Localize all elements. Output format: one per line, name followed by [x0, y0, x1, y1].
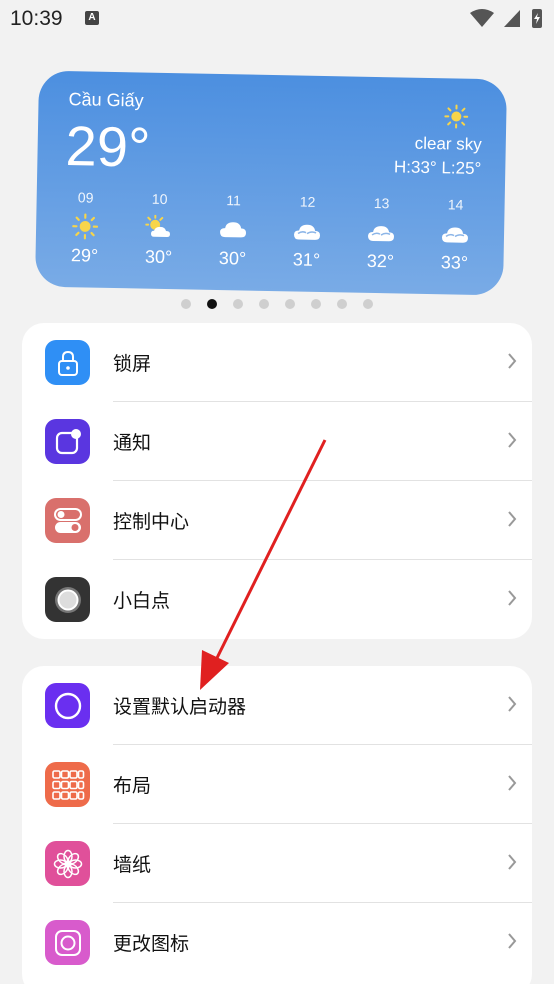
forecast-hour: 14	[447, 196, 464, 213]
page-dot[interactable]	[311, 299, 321, 309]
weather-condition: clear sky	[414, 133, 482, 155]
page-dot[interactable]	[181, 299, 191, 309]
settings-item-label: 小白点	[113, 590, 171, 612]
forecast-temp: 31°	[292, 249, 321, 270]
forecast-temp: 32°	[366, 250, 395, 272]
forecast-item: 14 33°	[419, 196, 490, 274]
grid-icon	[45, 762, 90, 807]
forecast-hour: 10	[151, 190, 168, 208]
notification-icon	[45, 419, 90, 464]
forecast-item: 12 31°	[271, 193, 342, 271]
launcher-icon	[45, 683, 90, 728]
page-dot[interactable]	[285, 299, 295, 309]
settings-item-control-center[interactable]: 控制中心	[22, 481, 532, 560]
forecast-hour: 11	[226, 192, 242, 209]
forecast-item: 09 29°	[49, 189, 120, 267]
clouds-icon	[294, 224, 321, 240]
weather-temperature: 29°	[65, 114, 151, 179]
settings-item-default-launcher[interactable]: 设置默认启动器	[22, 666, 532, 745]
settings-item-label: 控制中心	[113, 511, 190, 533]
settings-item-label: 布局	[113, 775, 152, 797]
flower-icon	[45, 841, 90, 886]
sun-icon	[444, 104, 469, 129]
forecast-item: 11 30°	[197, 192, 268, 270]
chevron-right-icon	[508, 933, 517, 949]
sun-icon	[72, 213, 99, 240]
settings-item-change-icon[interactable]: 更改图标	[22, 903, 532, 982]
chevron-right-icon	[508, 854, 517, 870]
chevron-right-icon	[508, 590, 517, 606]
clouds-icon	[441, 227, 468, 243]
signal-icon	[504, 10, 520, 27]
settings-item-notifications[interactable]: 通知	[22, 402, 532, 481]
settings-item-label: 墙纸	[113, 854, 152, 876]
page-indicator[interactable]	[0, 299, 554, 309]
chevron-right-icon	[508, 432, 517, 448]
settings-group-1: 锁屏 通知 控制中心 小白点	[22, 323, 532, 639]
chevron-right-icon	[508, 775, 517, 791]
page-dot[interactable]	[363, 299, 373, 309]
forecast-hour: 12	[299, 193, 316, 210]
forecast-hour: 09	[77, 189, 94, 206]
weather-city: Cầu Giấy	[68, 89, 144, 111]
chevron-right-icon	[508, 511, 517, 527]
settings-item-assistive-touch[interactable]: 小白点	[22, 560, 532, 639]
settings-item-label: 锁屏	[113, 353, 152, 375]
assistive-touch-icon	[45, 577, 90, 622]
lock-icon	[45, 340, 90, 385]
cloud-icon	[220, 222, 247, 238]
settings-item-layout[interactable]: 布局	[22, 745, 532, 824]
forecast-temp: 30°	[144, 246, 173, 268]
forecast-temp: 33°	[440, 252, 469, 273]
icon-shape-icon	[45, 920, 90, 965]
system-icons	[470, 9, 542, 28]
weather-widget[interactable]: Cầu Giấy 29° clear sky H:33° L:25° 09 29…	[34, 70, 508, 296]
page-dot[interactable]	[259, 299, 269, 309]
forecast-item: 10 30°	[123, 190, 194, 268]
partly-cloudy-icon	[145, 214, 171, 238]
forecast-item: 13 32°	[345, 194, 416, 272]
settings-group-2: 设置默认启动器 布局 墙纸 更改图标	[22, 666, 532, 984]
wifi-icon	[470, 9, 494, 27]
settings-item-label: 更改图标	[113, 933, 190, 955]
toggle-icon	[45, 498, 90, 543]
forecast-hour: 13	[373, 194, 390, 212]
settings-item-label: 设置默认启动器	[113, 696, 247, 718]
status-time: 10:39	[10, 7, 63, 30]
chevron-right-icon	[508, 696, 517, 712]
settings-item-label: 通知	[113, 432, 152, 454]
forecast-temp: 29°	[70, 245, 99, 266]
status-bar: 10:39 A	[0, 0, 554, 36]
clouds-icon	[368, 226, 394, 242]
chevron-right-icon	[508, 353, 517, 369]
page-dot-active[interactable]	[207, 299, 217, 309]
settings-item-wallpaper[interactable]: 墙纸	[22, 824, 532, 903]
page-dot[interactable]	[233, 299, 243, 309]
weather-high-low: H:33° L:25°	[393, 157, 482, 179]
hourly-forecast: 09 29° 10 30° 11 30° 12 31° 13 32° 14 33…	[49, 189, 490, 274]
forecast-temp: 30°	[218, 248, 247, 269]
page-dot[interactable]	[337, 299, 347, 309]
settings-item-lock-screen[interactable]: 锁屏	[22, 323, 532, 402]
notification-a-icon: A	[85, 11, 99, 25]
